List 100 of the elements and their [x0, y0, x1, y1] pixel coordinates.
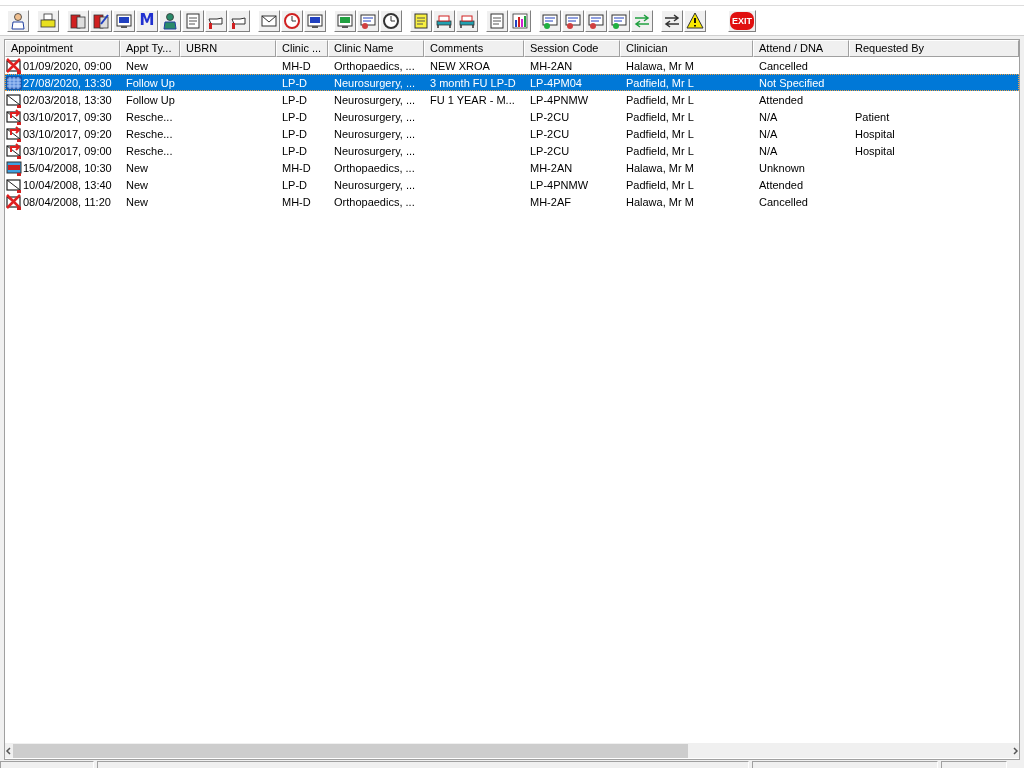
- toolbar-button[interactable]: EXIT: [728, 9, 756, 32]
- toolbar-button[interactable]: [661, 9, 683, 32]
- toolbar-button[interactable]: [159, 9, 181, 32]
- table-cell: Neurosurgery, ...: [334, 178, 416, 191]
- table-cell: LP-D: [282, 127, 308, 140]
- appointment-row[interactable]: 03/10/2017, 09:30 Resche... LP-D Neurosurgery, ... LP-2CU Padfield, Mr L N/A Patient: [5, 108, 1019, 125]
- toolbar-button[interactable]: M: [136, 9, 158, 32]
- toolbar-button[interactable]: [304, 9, 326, 32]
- scrollbar-thumb[interactable]: [13, 743, 688, 758]
- table-cell: Patient: [855, 110, 890, 123]
- table-cell: Resche...: [126, 144, 173, 157]
- table-cell: LP-4PNMW: [530, 93, 589, 106]
- table-cell: Neurosurgery, ...: [334, 93, 416, 106]
- table-cell: Halawa, Mr M: [626, 59, 694, 72]
- table-cell: Halawa, Mr M: [626, 161, 694, 174]
- memo-icon: [412, 11, 430, 30]
- column-header[interactable]: Clinician: [620, 40, 753, 57]
- table-cell: N/A: [759, 110, 778, 123]
- appointment-row[interactable]: 10/04/2008, 13:40 New LP-D Neurosurgery, ... LP-4PNMW Padfield, Mr L Attended: [5, 176, 1019, 193]
- bar-chart-icon: [511, 11, 529, 30]
- column-header[interactable]: Clinic Name: [328, 40, 424, 57]
- table-cell: MH-2AN: [530, 59, 573, 72]
- table-cell: LP-2CU: [530, 110, 570, 123]
- tab-arrows-icon: [663, 11, 681, 30]
- table-cell: Attended: [759, 93, 804, 106]
- horizontal-scrollbar[interactable]: [5, 743, 1019, 758]
- table-cell: 01/09/2020, 09:00: [23, 59, 112, 72]
- table-cell: 10/04/2008, 13:40: [23, 178, 112, 191]
- toolbar-button[interactable]: [509, 9, 531, 32]
- clock-icon: [283, 11, 301, 30]
- table-cell: Padfield, Mr L: [626, 93, 694, 106]
- table-cell: Attended: [759, 178, 804, 191]
- toolbar-button[interactable]: [456, 9, 478, 32]
- table-cell: 03/10/2017, 09:30: [23, 110, 112, 123]
- notepad-pen-icon: [92, 11, 110, 30]
- table-cell: Hospital: [855, 127, 895, 140]
- doctor-icon: [161, 11, 179, 30]
- table-cell: LP-2CU: [530, 127, 570, 140]
- table-cell: Padfield, Mr L: [626, 178, 694, 191]
- column-header[interactable]: Session Code: [524, 40, 620, 57]
- column-header[interactable]: UBRN: [180, 40, 276, 57]
- appointment-row[interactable]: 03/10/2017, 09:20 Resche... LP-D Neurosurgery, ... LP-2CU Padfield, Mr L N/A Hospital: [5, 125, 1019, 142]
- table-cell: Follow Up: [126, 76, 175, 89]
- table-cell: 02/03/2018, 13:30: [23, 93, 112, 106]
- table-cell: NEW XROA: [430, 59, 490, 72]
- column-header[interactable]: Comments: [424, 40, 524, 57]
- column-header[interactable]: Appointment: [5, 40, 120, 57]
- appointment-row[interactable]: 02/03/2018, 13:30 Follow Up LP-D Neurosurgery, ... FU 1 YEAR - M... LP-4PNMW Padfield, Mr L Attended: [5, 91, 1019, 108]
- table-cell: LP-D: [282, 76, 308, 89]
- table-cell: New: [126, 178, 148, 191]
- appointment-row[interactable]: 15/04/2008, 10:30 New MH-D Orthopaedics, ... MH-2AN Halawa, Mr M Unknown: [5, 159, 1019, 176]
- column-header[interactable]: Attend / DNA: [753, 40, 849, 57]
- table-cell: Padfield, Mr L: [626, 76, 694, 89]
- table-cell: LP-4PM04: [530, 76, 582, 89]
- appointment-row[interactable]: 08/04/2008, 11:20 New MH-D Orthopaedics, ... MH-2AF Halawa, Mr M Cancelled: [5, 193, 1019, 210]
- appointment-row[interactable]: 03/10/2017, 09:00 Resche... LP-D Neurosurgery, ... LP-2CU Padfield, Mr L N/A Hospital: [5, 142, 1019, 159]
- column-header[interactable]: Requested By: [849, 40, 1019, 57]
- warning-icon: [686, 11, 704, 30]
- toolbar-button[interactable]: [334, 9, 356, 32]
- table-cell: Neurosurgery, ...: [334, 127, 416, 140]
- table-cell: New: [126, 195, 148, 208]
- toolbar-button[interactable]: [90, 9, 112, 32]
- appointment-row[interactable]: 27/08/2020, 13:30 Follow Up LP-D Neurosurgery, ... 3 month FU LP-D LP-4PM04 Padfield, Mr L Not Specified: [5, 74, 1019, 91]
- table-cell: MH-D: [282, 195, 311, 208]
- table-cell: 15/04/2008, 10:30: [23, 161, 112, 174]
- table-cell: N/A: [759, 144, 778, 157]
- person-icon: [9, 11, 27, 30]
- table-cell: MH-2AF: [530, 195, 571, 208]
- printer-icon: [39, 11, 57, 30]
- column-header[interactable]: Appt Ty...: [120, 40, 180, 57]
- form-icon: [359, 11, 377, 30]
- table-cell: 27/08/2020, 13:30: [23, 76, 112, 89]
- table-cell: Padfield, Mr L: [626, 127, 694, 140]
- appointment-row[interactable]: 01/09/2020, 09:00 New MH-D Orthopaedics, ... NEW XROA MH-2AN Halawa, Mr M Cancelled: [5, 57, 1019, 74]
- toolbar-button[interactable]: [67, 9, 89, 32]
- table-cell: MH-D: [282, 59, 311, 72]
- table-cell: FU 1 YEAR - M...: [430, 93, 515, 106]
- table-cell: MH-D: [282, 161, 311, 174]
- toolbar-button[interactable]: [684, 9, 706, 32]
- table-cell: New: [126, 59, 148, 72]
- form-icon: [564, 11, 582, 30]
- monitor-icon: [306, 11, 324, 30]
- table-cell: Orthopaedics, ...: [334, 195, 415, 208]
- table-cell: 03/10/2017, 09:20: [23, 127, 112, 140]
- screen-icon: [115, 11, 133, 30]
- page-icon: [488, 11, 506, 30]
- table-cell: Neurosurgery, ...: [334, 76, 416, 89]
- table-cell: Neurosurgery, ...: [334, 144, 416, 157]
- table-cell: Resche...: [126, 110, 173, 123]
- table-cell: N/A: [759, 127, 778, 140]
- table-cell: LP-D: [282, 110, 308, 123]
- column-header[interactable]: Clinic ...: [276, 40, 328, 57]
- form-icon: [587, 11, 605, 30]
- toolbar-button[interactable]: [113, 9, 135, 32]
- table-cell: Hospital: [855, 144, 895, 157]
- table-cell: New: [126, 161, 148, 174]
- table-cell: LP-D: [282, 93, 308, 106]
- toolbar-button[interactable]: [433, 9, 455, 32]
- table-cell: MH-2AN: [530, 161, 573, 174]
- table-cell: LP-D: [282, 144, 308, 157]
